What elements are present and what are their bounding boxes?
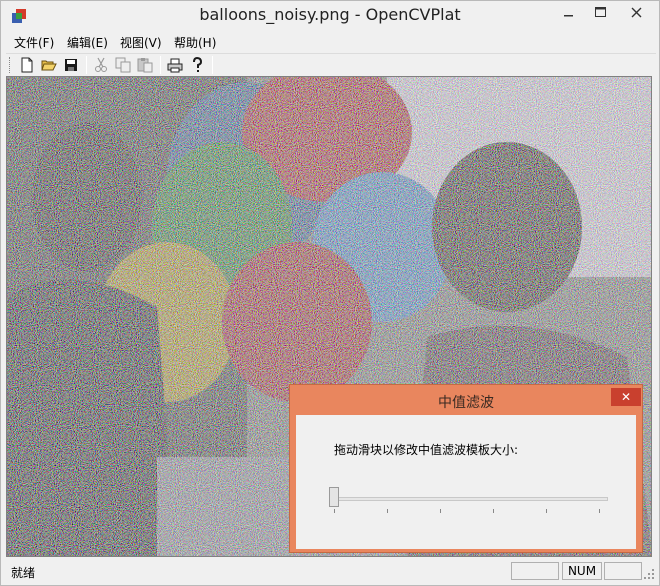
slider-tick (493, 509, 494, 513)
dialog-client-area: 拖动滑块以修改中值滤波模板大小: (296, 415, 636, 549)
menu-view[interactable]: 视图(V) (117, 33, 165, 52)
slider-tick (546, 509, 547, 513)
open-button[interactable] (40, 56, 58, 74)
kernel-size-slider-track[interactable] (334, 497, 608, 501)
menu-help[interactable]: 帮助(H) (171, 33, 219, 52)
dialog-close-button[interactable]: ✕ (611, 388, 641, 406)
toolbar-separator (212, 56, 213, 74)
toolbar-separator (160, 56, 161, 74)
slider-tick (440, 509, 441, 513)
minimize-button[interactable] (554, 1, 584, 23)
print-icon (167, 58, 183, 72)
save-button[interactable] (62, 56, 80, 74)
status-num-indicator: NUM (562, 562, 602, 580)
paste-icon (137, 58, 153, 73)
status-bar: 就绪 NUM (6, 561, 656, 581)
title-bar[interactable]: balloons_noisy.png - OpenCVPlat (1, 1, 659, 31)
close-button[interactable] (613, 1, 659, 23)
toolbar (6, 53, 656, 75)
cut-icon (95, 57, 107, 72)
new-icon (21, 57, 33, 73)
kernel-size-slider-thumb[interactable] (329, 487, 339, 507)
maximize-button[interactable] (585, 1, 615, 23)
status-pane-caps (511, 562, 559, 580)
slider-tick (599, 509, 600, 513)
status-ready-text: 就绪 (11, 566, 36, 580)
toolbar-grip[interactable] (9, 57, 12, 73)
menu-edit[interactable]: 编辑(E) (64, 33, 111, 52)
toolbar-separator (86, 56, 87, 74)
maximize-icon (594, 7, 606, 17)
dialog-title: 中值滤波 (438, 395, 494, 411)
help-button[interactable] (188, 56, 206, 74)
slider-tick (387, 509, 388, 513)
paste-button[interactable] (136, 56, 154, 74)
copy-icon (115, 57, 131, 73)
print-button[interactable] (166, 56, 184, 74)
resize-grip-icon[interactable] (644, 569, 654, 579)
dialog-instruction-label: 拖动滑块以修改中值滤波模板大小: (334, 443, 519, 457)
status-pane-scroll (604, 562, 642, 580)
slider-tick (334, 509, 335, 513)
main-window: balloons_noisy.png - OpenCVPlat 文件(F) 编辑… (0, 0, 660, 586)
median-filter-dialog[interactable]: 中值滤波 ✕ 拖动滑块以修改中值滤波模板大小: (289, 384, 643, 553)
copy-button[interactable] (114, 56, 132, 74)
open-icon (41, 60, 57, 71)
close-icon: ✕ (620, 390, 632, 404)
menu-file[interactable]: 文件(F) (11, 33, 57, 52)
save-icon (65, 59, 77, 71)
close-icon (631, 7, 641, 17)
menu-bar: 文件(F) 编辑(E) 视图(V) 帮助(H) (6, 32, 656, 52)
new-button[interactable] (18, 56, 36, 74)
minimize-icon (564, 15, 573, 17)
cut-button[interactable] (92, 56, 110, 74)
help-icon (193, 57, 203, 72)
